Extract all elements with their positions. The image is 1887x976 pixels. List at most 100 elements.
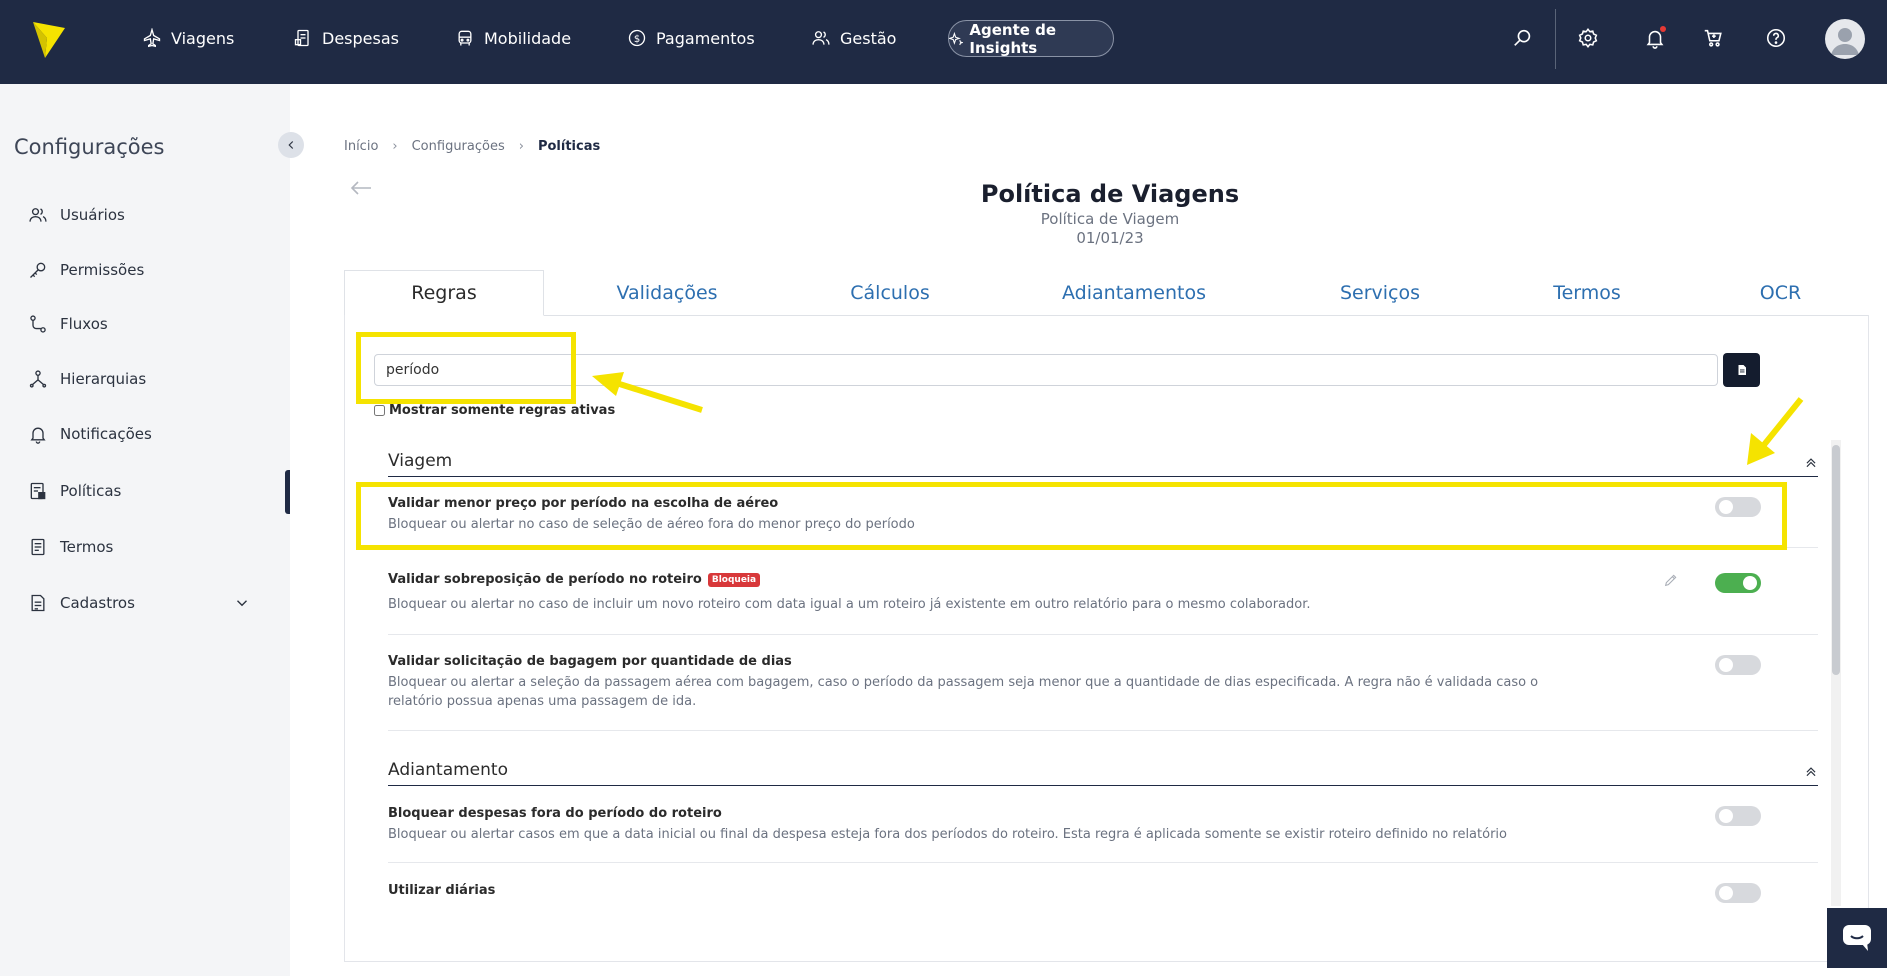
insights-agent-label: Agente de Insights bbox=[969, 20, 1057, 57]
nav-pagamentos-label: Pagamentos bbox=[656, 28, 755, 48]
nav-despesas-label: Despesas bbox=[322, 28, 399, 48]
rule-description: Bloquear ou alertar no caso de incluir u… bbox=[388, 597, 1311, 612]
breadcrumb-inicio[interactable]: Início bbox=[344, 139, 378, 154]
insights-agent-button[interactable]: Agente de Insights bbox=[948, 20, 1114, 57]
rule-row: Validar solicitação de bagagem por quant… bbox=[388, 635, 1818, 731]
page-title: Política de Viagens bbox=[980, 180, 1240, 208]
search-button[interactable] bbox=[1723, 353, 1760, 387]
tab-adiantamentos[interactable]: Adiantamentos bbox=[990, 270, 1278, 316]
page-subtitle: Política de Viagem bbox=[1040, 210, 1180, 228]
section-adiantamento[interactable]: Adiantamento bbox=[388, 760, 1818, 786]
rule-toggle[interactable] bbox=[1715, 573, 1761, 593]
status-badge: Bloqueia bbox=[707, 572, 761, 587]
annotation-arrow-icon bbox=[592, 372, 703, 413]
chat-bubble-icon bbox=[1843, 925, 1871, 951]
document-icon bbox=[1738, 365, 1746, 375]
back-arrow-icon[interactable] bbox=[349, 178, 373, 198]
chevron-left-icon bbox=[288, 141, 294, 149]
tab-calculos[interactable]: Cálculos bbox=[790, 270, 990, 316]
help-icon[interactable] bbox=[1760, 22, 1792, 54]
bell-icon[interactable] bbox=[1639, 22, 1671, 54]
toggle-knob bbox=[1743, 576, 1757, 590]
nav-mobilidade[interactable]: Mobilidade bbox=[455, 0, 571, 76]
notification-dot bbox=[1660, 26, 1666, 32]
sidebar-item-fluxos[interactable]: Fluxos bbox=[28, 308, 258, 340]
sidebar-item-termos[interactable]: Termos bbox=[28, 531, 258, 563]
nav-gestao[interactable]: Gestão bbox=[811, 0, 896, 76]
tab-ocr[interactable]: OCR bbox=[1692, 270, 1869, 316]
tab-regras[interactable]: Regras bbox=[344, 270, 544, 316]
active-only-checkbox[interactable]: Mostrar somente regras ativas bbox=[374, 403, 615, 418]
sparkle-icon bbox=[949, 31, 964, 45]
sidebar-item-hierarquias[interactable]: Hierarquias bbox=[28, 363, 258, 395]
highlight-search-box bbox=[356, 332, 576, 404]
sidebar: Configurações Usuários Permissões Fluxos… bbox=[0, 84, 290, 976]
nav-viagens-label: Viagens bbox=[171, 28, 235, 48]
toggle-knob bbox=[1719, 809, 1733, 823]
chevron-up-icon[interactable] bbox=[1804, 455, 1818, 469]
dollar-icon: $ bbox=[628, 29, 646, 47]
top-navbar: Viagens Despesas Mobilidade $ Pagamentos… bbox=[0, 0, 1887, 84]
chat-button[interactable] bbox=[1827, 908, 1887, 968]
gear-icon[interactable] bbox=[1572, 22, 1604, 54]
pencil-icon[interactable] bbox=[1663, 572, 1679, 588]
nav-mobilidade-label: Mobilidade bbox=[484, 28, 572, 48]
avatar[interactable] bbox=[1825, 19, 1865, 59]
bell-icon bbox=[30, 427, 46, 444]
policy-icon bbox=[30, 482, 46, 500]
topbar-divider bbox=[1555, 9, 1556, 69]
document-icon bbox=[31, 538, 45, 556]
sidebar-item-politicas[interactable]: Políticas bbox=[28, 475, 258, 507]
tab-servicos[interactable]: Serviços bbox=[1278, 270, 1482, 316]
active-only-checkbox-input[interactable] bbox=[374, 405, 385, 416]
rule-title: Utilizar diárias bbox=[388, 883, 495, 898]
tab-validacoes[interactable]: Validações bbox=[544, 270, 790, 316]
toggle-knob bbox=[1719, 886, 1733, 900]
logo-icon[interactable] bbox=[31, 18, 67, 60]
breadcrumb-politicas: Políticas bbox=[537, 139, 601, 154]
annotation-arrow-icon bbox=[1747, 397, 1804, 465]
section-title: Viagem bbox=[388, 451, 453, 471]
car-icon bbox=[458, 30, 472, 46]
flow-icon bbox=[30, 315, 46, 333]
sidebar-item-label: Políticas bbox=[60, 482, 122, 500]
rule-title: Validar sobreposição de período no rotei… bbox=[388, 572, 761, 587]
sidebar-item-cadastros[interactable]: Cadastros bbox=[28, 587, 258, 619]
toggle-knob bbox=[1719, 658, 1733, 672]
chevron-up-icon[interactable] bbox=[1804, 764, 1818, 778]
tab-bar: Regras Validações Cálculos Adiantamentos… bbox=[344, 270, 1869, 316]
sidebar-collapse-button[interactable] bbox=[278, 132, 304, 158]
active-only-label: Mostrar somente regras ativas bbox=[389, 403, 616, 418]
cart-icon[interactable] bbox=[1697, 22, 1729, 54]
rule-row: Validar sobreposição de período no rotei… bbox=[388, 548, 1818, 635]
rule-toggle[interactable] bbox=[1715, 655, 1761, 675]
users-icon bbox=[812, 31, 830, 45]
tab-termos[interactable]: Termos bbox=[1482, 270, 1692, 316]
nav-viagens[interactable]: Viagens bbox=[142, 0, 234, 76]
highlight-rule-row bbox=[356, 482, 1787, 550]
search-icon[interactable] bbox=[1507, 22, 1539, 54]
section-viagem[interactable]: Viagem bbox=[388, 451, 1818, 477]
sidebar-item-permissoes[interactable]: Permissões bbox=[28, 254, 258, 286]
section-title: Adiantamento bbox=[388, 760, 508, 780]
sidebar-item-usuarios[interactable]: Usuários bbox=[28, 199, 258, 231]
rule-row: Utilizar diárias bbox=[388, 863, 1818, 907]
rule-toggle[interactable] bbox=[1715, 883, 1761, 903]
rule-title-text: Utilizar diárias bbox=[388, 883, 496, 898]
rule-title-text: Bloquear despesas fora do período do rot… bbox=[388, 806, 722, 821]
user-avatar-icon bbox=[1831, 28, 1859, 55]
key-icon bbox=[30, 262, 46, 278]
rule-description: Bloquear ou alertar casos em que a data … bbox=[388, 827, 1507, 842]
scrollbar-thumb[interactable] bbox=[1832, 445, 1840, 675]
receipt-icon bbox=[294, 29, 309, 47]
sidebar-item-label: Termos bbox=[60, 538, 114, 556]
nav-despesas[interactable]: Despesas bbox=[293, 0, 399, 76]
chevron-down-icon[interactable] bbox=[233, 594, 251, 612]
rule-toggle[interactable] bbox=[1715, 806, 1761, 826]
sidebar-title: Configurações bbox=[14, 135, 165, 159]
chevron-right-icon: › bbox=[392, 139, 398, 154]
breadcrumb-configuracoes[interactable]: Configurações bbox=[412, 139, 505, 154]
nav-pagamentos[interactable]: $ Pagamentos bbox=[627, 0, 755, 76]
sidebar-item-notificacoes[interactable]: Notificações bbox=[28, 418, 258, 450]
rule-row: Bloquear despesas fora do período do rot… bbox=[388, 792, 1818, 863]
